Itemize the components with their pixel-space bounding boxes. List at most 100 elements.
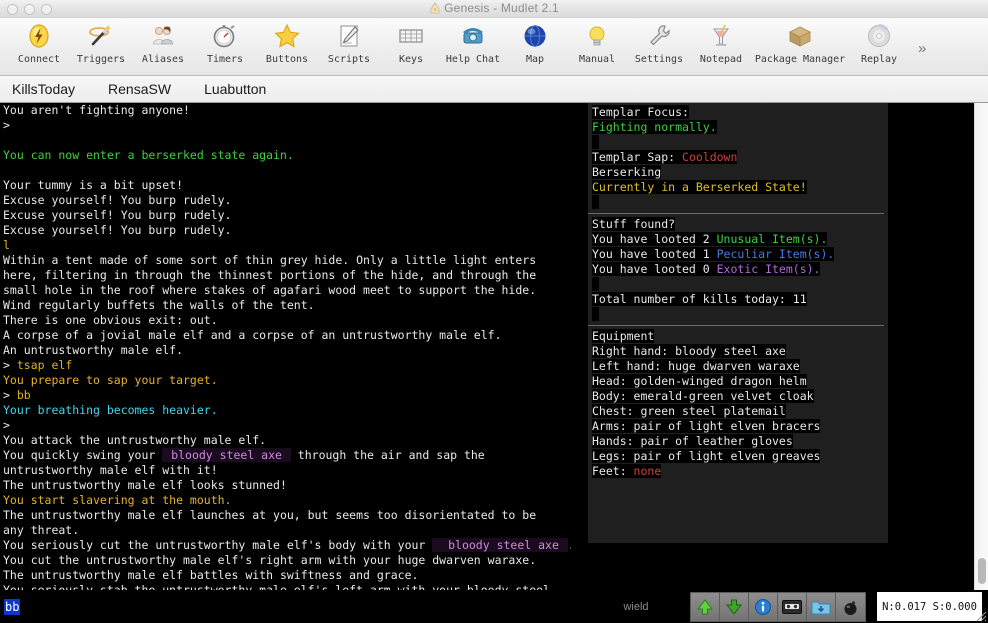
resize-grip[interactable] — [974, 609, 987, 622]
console-text-run: Within a tent made of some sort of thin … — [3, 253, 537, 267]
console-line: A corpse of a jovial male elf and a corp… — [3, 328, 585, 343]
star-icon — [270, 20, 304, 52]
scrollbar-thumb[interactable] — [978, 558, 986, 584]
toolbar-button-replay[interactable]: Replay — [848, 18, 910, 74]
console-line: Head: golden-winged dragon helm — [592, 374, 888, 389]
console-text-run: Feet: — [592, 464, 634, 478]
command-input-value: bb — [4, 598, 21, 615]
toolbar-button-package-manager[interactable]: Package Manager — [752, 18, 848, 74]
blue-info-icon[interactable] — [749, 593, 778, 621]
console-line: Total number of kills today: 11 — [592, 292, 888, 307]
toolbar-label: Keys — [398, 54, 424, 65]
toolbar-button-keys[interactable]: Keys — [380, 18, 442, 74]
console-text-run: Excuse yourself! You burp rudely. — [3, 193, 232, 207]
panel-separator — [588, 325, 884, 326]
console-text-run: l — [3, 238, 10, 252]
cd-disc-icon — [862, 20, 896, 52]
console-area: You aren't fighting anyone! > You can now … — [0, 103, 988, 590]
console-line — [592, 195, 888, 210]
console-text-run: Fighting normally. — [592, 120, 717, 134]
command-input[interactable]: bb — [0, 590, 685, 623]
console-text-run: You start slavering at the mouth. — [3, 493, 232, 507]
drink-glass-icon — [704, 20, 738, 52]
console-text-run: bloody steel axe — [432, 538, 568, 552]
green-down-arrow-icon[interactable] — [720, 593, 749, 621]
console-text-run: > — [3, 358, 17, 372]
console-text-run: tsap elf — [16, 358, 73, 372]
console-text-run: Peculiar Item(s). — [716, 247, 835, 261]
console-text-run: Your breathing becomes heavier. — [3, 403, 218, 417]
console-text-run: Chest: green steel platemail — [592, 404, 786, 418]
toolbar-button-triggers[interactable]: Triggers — [70, 18, 132, 74]
console-text-run: Exotic Item(s). — [716, 262, 821, 276]
toolbar-label: Scripts — [327, 54, 371, 65]
window-scrollbar[interactable] — [974, 103, 988, 590]
console-text-run: Unusual Item(s). — [716, 232, 828, 246]
console-text-run: Body: emerald-green velvet cloak — [592, 389, 814, 403]
console-text-run: You can now enter a berserked state agai… — [3, 148, 294, 162]
mudlet-logo-icon — [429, 2, 441, 17]
toolbar-label: Notepad — [699, 54, 743, 65]
status-icon-tray — [690, 592, 866, 622]
console-line: The untrustworthy male elf launches at y… — [3, 508, 585, 523]
console-line: An untrustworthy male elf. — [3, 343, 585, 358]
console-text-run: You cut the untrustworthy male elf's rig… — [3, 553, 537, 567]
toolbar-button-map[interactable]: Map — [504, 18, 566, 74]
console-line: You have looted 1 Peculiar Item(s). — [592, 247, 888, 262]
toolbar-button-buttons[interactable]: Buttons — [256, 18, 318, 74]
console-line: > bb — [3, 388, 585, 403]
console-text-run: An untrustworthy male elf. — [3, 343, 184, 357]
toolbar-button-connect[interactable]: Connect — [8, 18, 70, 74]
console-text-run: small hole in the roof where stakes of a… — [3, 283, 537, 297]
console-text-run: Cooldown — [682, 150, 738, 164]
green-up-arrow-icon[interactable] — [691, 593, 720, 621]
black-bomb-icon[interactable] — [836, 593, 865, 621]
main-game-console[interactable]: You aren't fighting anyone! > You can now … — [0, 103, 585, 590]
folder-download-icon[interactable] — [807, 593, 836, 621]
console-text-run: Wind regularly buffets the walls of the … — [3, 298, 315, 312]
console-text-run: none — [633, 464, 662, 478]
bottom-bar: bb wield N:0.017 S:0.000 — [0, 590, 988, 623]
toolbar-button-aliases[interactable]: Aliases — [132, 18, 194, 74]
console-text-run: Arms: pair of light elven bracers — [592, 419, 821, 433]
console-text-run: Currently in a Berserked State! — [592, 180, 807, 194]
console-line: You aren't fighting anyone! — [3, 103, 585, 118]
toolbar-label: Triggers — [76, 54, 126, 65]
status-mini-console[interactable]: Templar Focus: Fighting normally. Templar… — [588, 103, 888, 543]
keyboard-icon — [394, 20, 428, 52]
toolbar-button-scripts[interactable]: Scripts — [318, 18, 380, 74]
console-line: Left hand: huge dwarven waraxe — [592, 359, 888, 374]
console-text-run: There is one obvious exit: out. — [3, 313, 218, 327]
console-text-run: Total number of kills today: 11 — [592, 292, 807, 306]
toolbar-overflow-button[interactable]: » — [918, 40, 926, 57]
toolbar-label: Manual — [578, 54, 616, 65]
main-console-scrollbar-gutter — [571, 103, 585, 590]
console-text-run: You seriously stab the untrustworthy mal… — [3, 583, 550, 590]
console-text-run: bb — [16, 388, 31, 402]
console-line: Excuse yourself! You burp rudely. — [3, 223, 585, 238]
toolbar-button-timers[interactable]: Timers — [194, 18, 256, 74]
console-text-run: A corpse of a jovial male elf and a corp… — [3, 328, 502, 342]
cassette-tape-icon[interactable] — [778, 593, 807, 621]
console-line: Wind regularly buffets the walls of the … — [3, 298, 585, 313]
console-text-run: You prepare to sap your target. — [3, 373, 218, 387]
console-text-run: The untrustworthy male elf battles with … — [3, 568, 419, 582]
toolbar-button-settings[interactable]: Settings — [628, 18, 690, 74]
lightning-bolt-icon — [22, 20, 56, 52]
console-line — [592, 307, 888, 322]
toolbar-label: Connect — [17, 54, 61, 65]
console-text-run: untrustworthy male elf with it! — [3, 463, 218, 477]
toolbar-button-manual[interactable]: Manual — [566, 18, 628, 74]
tab-luabutton[interactable]: Luabutton — [204, 81, 266, 97]
tab-rensasw[interactable]: RensaSW — [108, 81, 171, 97]
tab-killstoday[interactable]: KillsToday — [12, 81, 75, 97]
window-title: Genesis - Mudlet 2.1 — [0, 1, 988, 17]
console-line: You cut the untrustworthy male elf's rig… — [3, 553, 585, 568]
toolbar-button-notepad[interactable]: Notepad — [690, 18, 752, 74]
console-line: small hole in the roof where stakes of a… — [3, 283, 585, 298]
note-pencil-icon — [332, 20, 366, 52]
toolbar-button-help-chat[interactable]: Help Chat — [442, 18, 504, 74]
globe-icon — [518, 20, 552, 52]
console-text-run: > — [3, 388, 17, 402]
toolbar-label: Package Manager — [754, 54, 846, 65]
